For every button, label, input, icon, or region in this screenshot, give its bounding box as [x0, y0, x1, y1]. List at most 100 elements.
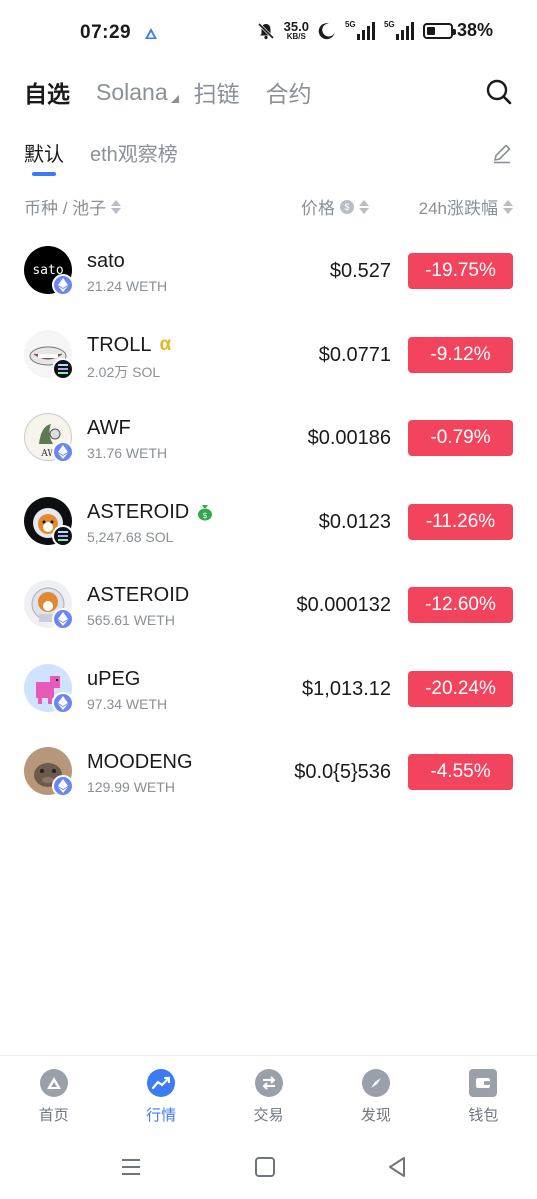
currency-info-icon[interactable]: $	[340, 199, 354, 214]
token-row[interactable]: ASTEROID 565.61 WETH $0.000132 -12.60%	[0, 562, 537, 646]
tab-scan-chain[interactable]: 扫链	[194, 75, 240, 109]
moon-icon	[318, 22, 335, 39]
token-row[interactable]: sato sato 21.24 WETH $0.527 -19.75%	[0, 228, 537, 312]
token-price: $0.527	[329, 260, 391, 282]
tab-contracts[interactable]: 合约	[266, 75, 312, 109]
signal-tag-1: 5G	[344, 19, 356, 29]
ethereum-chain-icon	[52, 441, 74, 463]
nav-trade[interactable]: 交易	[215, 1056, 322, 1135]
sort-coin-header[interactable]: 币种 / 池子	[24, 194, 122, 219]
subtab-default[interactable]: 默认	[24, 138, 64, 176]
net-speed-unit: KB/S	[286, 32, 306, 41]
change-badge: -0.79%	[408, 420, 513, 456]
nav-wallet[interactable]: 钱包	[430, 1056, 537, 1135]
search-icon[interactable]	[485, 78, 513, 106]
status-time: 07:29	[80, 22, 132, 43]
tab-solana-label: Solana	[96, 78, 168, 105]
change-badge: -9.12%	[408, 336, 513, 373]
token-row[interactable]: TROLL α 2.02万 SOL $0.0771 -9.12%	[0, 312, 537, 396]
token-pool: 2.02万 SOL	[87, 363, 161, 380]
ethereum-chain-icon	[52, 775, 74, 797]
token-name: ASTEROID	[87, 584, 189, 607]
battery-level	[426, 26, 436, 35]
change-badge: -11.26%	[408, 503, 513, 540]
token-name-text: uPEG	[87, 667, 141, 690]
sort-change-header[interactable]: 24h涨跌幅	[419, 194, 513, 219]
signal-icon-2: 5G	[383, 19, 414, 40]
token-name: MOODENG	[87, 751, 193, 774]
ethereum-chain-icon	[52, 274, 74, 296]
solana-chain-icon	[52, 524, 74, 547]
token-price: $0.0{5}536	[294, 761, 391, 783]
change-badge: -19.75%	[408, 253, 513, 289]
home-icon	[39, 1069, 68, 1097]
nav-wallet-label: 钱包	[468, 1107, 499, 1124]
nav-discover[interactable]: 发现	[322, 1056, 429, 1135]
bottom-nav: 首页 行情 交易 发现 钱包	[0, 1055, 537, 1135]
token-price: $0.0771	[318, 343, 391, 366]
nav-trade-label: 交易	[253, 1107, 284, 1124]
edit-icon[interactable]	[491, 142, 513, 164]
sort-price-header[interactable]: 价格 $	[301, 194, 369, 219]
token-pool: 21.24 WETH	[87, 278, 168, 294]
ethereum-chain-icon	[52, 691, 74, 714]
change-badge: -20.24%	[408, 670, 513, 707]
tab-favorites[interactable]: 自选	[24, 75, 70, 109]
price-column-label: 价格	[301, 199, 335, 218]
token-list: sato sato 21.24 WETH $0.527 -19.75% TROL…	[0, 228, 537, 813]
ethereum-chain-icon	[52, 608, 74, 630]
token-name-text: TROLL	[87, 333, 152, 356]
mute-bell-icon	[257, 22, 274, 39]
token-price: $0.00186	[307, 427, 391, 449]
menu-icon[interactable]	[118, 1154, 144, 1180]
token-name-text: MOODENG	[87, 751, 193, 773]
token-price: $1,013.12	[302, 677, 391, 700]
subtab-eth-watchlist[interactable]: eth观察榜	[90, 138, 178, 170]
sub-tabs: 默认 eth观察榜	[24, 138, 513, 178]
token-name-text: sato	[87, 250, 125, 272]
trade-icon	[254, 1069, 283, 1097]
token-name-text: ASTEROID	[87, 500, 190, 523]
top-tabs: 自选 Solana 扫链 合约	[24, 74, 513, 110]
app-notification-icon	[145, 28, 157, 39]
token-name: AWF	[87, 417, 131, 440]
change-badge: -12.60%	[408, 587, 513, 623]
back-icon[interactable]	[384, 1154, 410, 1180]
sort-icon	[503, 199, 513, 214]
change-column-label: 24h涨跌幅	[418, 199, 498, 218]
system-nav-bar	[0, 1146, 537, 1188]
token-price: $0.0123	[318, 510, 391, 533]
token-pool: 129.99 WETH	[87, 779, 175, 795]
sort-icon	[359, 199, 369, 214]
tab-solana[interactable]: Solana	[96, 78, 179, 106]
token-row[interactable]: MOODENG 129.99 WETH $0.0{5}536 -4.55%	[0, 729, 537, 813]
signal-icon: 5G	[344, 19, 375, 40]
token-name-text: AWF	[87, 417, 131, 439]
token-row[interactable]: uPEG 97.34 WETH $1,013.12 -20.24%	[0, 646, 537, 730]
home-square-icon[interactable]	[252, 1154, 278, 1180]
svg-text:$: $	[203, 511, 208, 520]
token-price: $0.000132	[296, 594, 391, 616]
battery-icon	[422, 22, 456, 39]
battery-text: 38%	[456, 20, 493, 40]
coin-column-label: 币种 / 池子	[24, 199, 107, 218]
nav-home[interactable]: 首页	[0, 1056, 107, 1135]
net-speed: 35.0 KB/S	[284, 20, 309, 41]
discover-icon	[361, 1069, 390, 1097]
alpha-badge: α	[159, 334, 172, 355]
change-badge: -4.55%	[408, 754, 513, 790]
column-header: 币种 / 池子 价格 $ 24h涨跌幅	[24, 194, 513, 218]
nav-market[interactable]: 行情	[107, 1056, 214, 1135]
token-pool: 565.61 WETH	[87, 612, 175, 628]
nav-market-label: 行情	[146, 1107, 177, 1124]
signal-tag-2: 5G	[383, 19, 395, 29]
wallet-icon	[469, 1069, 498, 1097]
token-pool: 97.34 WETH	[87, 695, 168, 712]
token-name: uPEG	[87, 668, 140, 691]
token-row[interactable]: AW AWF 31.76 WETH $0.00186 -0.79%	[0, 395, 537, 479]
token-pool: 31.76 WETH	[87, 445, 168, 461]
dropdown-corner-icon	[170, 94, 179, 103]
token-name: sato	[87, 250, 125, 273]
token-row[interactable]: ASTEROID $ 5,247.68 SOL $0.0123 -11.26%	[0, 479, 537, 563]
status-icons: 35.0 KB/S 5G 5G 38%	[257, 20, 493, 41]
